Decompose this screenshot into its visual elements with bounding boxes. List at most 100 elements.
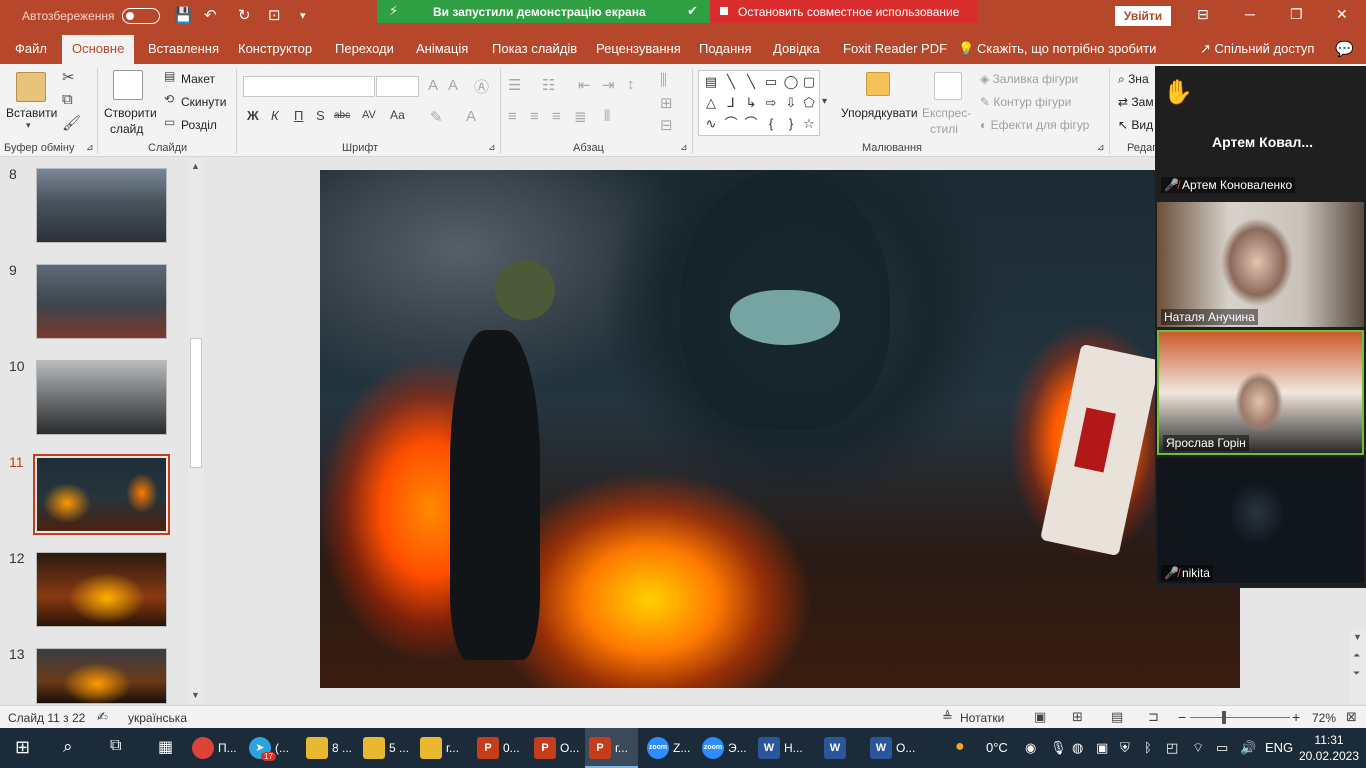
tab-foxit[interactable]: Foxit Reader PDF [843, 41, 947, 56]
zoom-slider-knob[interactable] [1222, 711, 1226, 724]
input-language[interactable]: ENG [1265, 740, 1293, 755]
taskbar-app-folder[interactable]: 8 ... [302, 728, 357, 768]
select-button[interactable]: ↖ Вид [1118, 118, 1153, 132]
search-icon[interactable]: ⌕ [63, 737, 73, 757]
elbow2-shape-icon[interactable]: ↳ [741, 93, 761, 113]
reset-button[interactable]: Скинути [181, 95, 226, 109]
change-case-button[interactable]: Аа [390, 108, 405, 122]
cut-icon[interactable]: ✂ [62, 68, 75, 86]
share-button[interactable]: ↗ Спільний доступ [1200, 41, 1314, 57]
copy-icon[interactable]: ⧉ [62, 91, 73, 108]
task-view-icon[interactable]: ⧉ [110, 737, 121, 755]
current-slide[interactable] [320, 170, 1240, 688]
network-icon[interactable]: ◰ [1166, 740, 1178, 756]
textbox-shape-icon[interactable]: ▤ [701, 72, 721, 92]
format-painter-icon[interactable]: 🖌 [62, 114, 81, 132]
spelling-icon[interactable]: ✍ [97, 709, 108, 725]
zoom-tray-icon[interactable]: ◍ [1072, 740, 1083, 756]
curve-shape-icon[interactable]: ∿ [701, 114, 721, 134]
underline-button[interactable]: П [294, 108, 303, 123]
scrollbar-thumb[interactable] [190, 338, 202, 468]
tab-home[interactable]: Основне [62, 35, 135, 64]
star-shape-icon[interactable]: ☆ [799, 114, 819, 134]
maximize-icon[interactable]: ❐ [1290, 6, 1303, 23]
comments-icon[interactable]: 💬 [1335, 40, 1354, 58]
roundrect-shape-icon[interactable]: ▢ [799, 72, 819, 92]
shape-effects-button[interactable]: ◐ Ефекти для фігур [980, 118, 1089, 132]
participant-tile[interactable]: Наталя Анучина [1157, 202, 1364, 327]
line-spacing-icon[interactable]: ↕ [627, 76, 635, 93]
taskbar-app-powerpoint[interactable]: P 0... [473, 728, 528, 768]
tab-design[interactable]: Конструктор [238, 41, 312, 56]
participant-tile-speaking[interactable]: Ярослав Горін [1157, 330, 1364, 455]
align-center-icon[interactable]: ≡ [530, 108, 539, 125]
bluetooth-icon[interactable]: ᛒ [1144, 740, 1152, 755]
taskbar-app-zoom[interactable]: zoom Z... [643, 728, 696, 768]
minimize-icon[interactable]: ─ [1245, 6, 1255, 22]
participant-tile-active[interactable]: ✋ Артем Ковал... 🎤̸ Артем Коноваленко [1157, 70, 1364, 195]
slide-thumbnail-9[interactable] [36, 264, 167, 339]
pentagon-shape-icon[interactable]: ⬠ [799, 93, 819, 113]
taskbar-app-word[interactable]: W Н... [754, 728, 810, 768]
clipboard-launcher-icon[interactable]: ⊿ [86, 142, 94, 153]
prev-slide-icon[interactable]: ⏶ [1353, 650, 1360, 661]
participant-tile[interactable]: 🎤̸ nikita [1157, 458, 1364, 583]
signin-button[interactable]: Увійти [1115, 6, 1171, 26]
new-slide-button[interactable]: Створити [104, 106, 157, 120]
arc-shape-icon[interactable]: ⌒ [721, 114, 741, 134]
rect-shape-icon[interactable]: ▭ [761, 72, 781, 92]
arc2-shape-icon[interactable]: ⌒ [741, 114, 761, 134]
zoom-in-button[interactable]: + [1292, 709, 1300, 725]
weather-temperature[interactable]: 0°C [986, 740, 1008, 755]
slideshow-view-icon[interactable]: ⊐ [1148, 709, 1159, 725]
normal-view-icon[interactable]: ▣ [1034, 709, 1046, 725]
decrease-font-icon[interactable]: A [448, 77, 458, 94]
calculator-icon[interactable]: ▦ [158, 737, 173, 757]
increase-indent-icon[interactable]: ⇥ [602, 76, 615, 94]
elbow-shape-icon[interactable]: ⅃ [721, 93, 741, 113]
section-button[interactable]: Розділ [181, 118, 217, 132]
char-spacing-icon[interactable]: AV [362, 109, 376, 121]
taskbar-app-word[interactable]: W О... [866, 728, 922, 768]
align-text-icon[interactable]: ⊞ [660, 94, 673, 112]
taskbar-app-powerpoint[interactable]: P О... [530, 728, 585, 768]
autosave-toggle[interactable] [122, 8, 160, 24]
columns-icon[interactable]: ⫴ [604, 108, 610, 125]
oval-shape-icon[interactable]: ◯ [781, 72, 801, 92]
tab-insert[interactable]: Вставлення [148, 41, 219, 56]
text-direction-icon[interactable]: ⫼ [660, 72, 667, 89]
justify-icon[interactable]: ≣ [574, 108, 587, 126]
taskbar-app-telegram[interactable]: ➤ (... 17 [245, 728, 300, 768]
layout-button[interactable]: Макет [181, 72, 215, 86]
scroll-down-icon[interactable]: ▼ [191, 690, 200, 700]
quick-styles-button[interactable]: Експрес- [922, 106, 971, 120]
reading-view-icon[interactable]: ▤ [1111, 709, 1123, 725]
tab-view[interactable]: Подання [699, 41, 752, 56]
tab-file[interactable]: Файл [15, 41, 47, 56]
font-size-combo[interactable] [376, 76, 419, 97]
antivirus-icon[interactable]: ⛨ [1120, 740, 1130, 756]
find-button[interactable]: ⌕ Зна [1118, 72, 1149, 87]
shapes-gallery[interactable]: ▤ ╲ ╲ ▭ ◯ ▢ △ ⅃ ↳ ⇨ ⇩ ⬠ ∿ ⌒ ⌒ { } ☆ [698, 70, 820, 136]
taskbar-app-folder[interactable]: 5 ... [359, 728, 414, 768]
highlight-icon[interactable]: ✎ [430, 108, 443, 126]
increase-font-icon[interactable]: A [428, 77, 438, 94]
decrease-indent-icon[interactable]: ⇤ [578, 76, 591, 94]
slide-scrollbar[interactable]: ▼ ⏶ ⏷ [1350, 630, 1366, 704]
numbering-icon[interactable]: ☷ [542, 76, 555, 94]
tell-me-icon[interactable]: 💡 [958, 41, 974, 57]
italic-button[interactable]: К [271, 108, 279, 123]
slide-thumbnail-10[interactable] [36, 360, 167, 435]
tray-app-icon[interactable]: ◉ [1025, 740, 1036, 756]
down-arrow-shape-icon[interactable]: ⇩ [781, 93, 801, 113]
tell-me-box[interactable]: Скажіть, що потрібно зробити [977, 41, 1156, 56]
replace-button[interactable]: ⇄ Зам [1118, 95, 1154, 109]
brace-right-shape-icon[interactable]: } [781, 114, 801, 134]
paste-dropdown-icon[interactable]: ▾ [26, 120, 31, 131]
shape-fill-button[interactable]: ◈ Заливка фігури [980, 72, 1078, 86]
font-name-combo[interactable] [243, 76, 375, 97]
bold-button[interactable]: Ж [247, 108, 259, 123]
redo-icon[interactable]: ↻ [238, 6, 251, 24]
tray-green-icon[interactable]: ▣ [1096, 740, 1108, 756]
language-indicator[interactable]: українська [128, 711, 187, 725]
